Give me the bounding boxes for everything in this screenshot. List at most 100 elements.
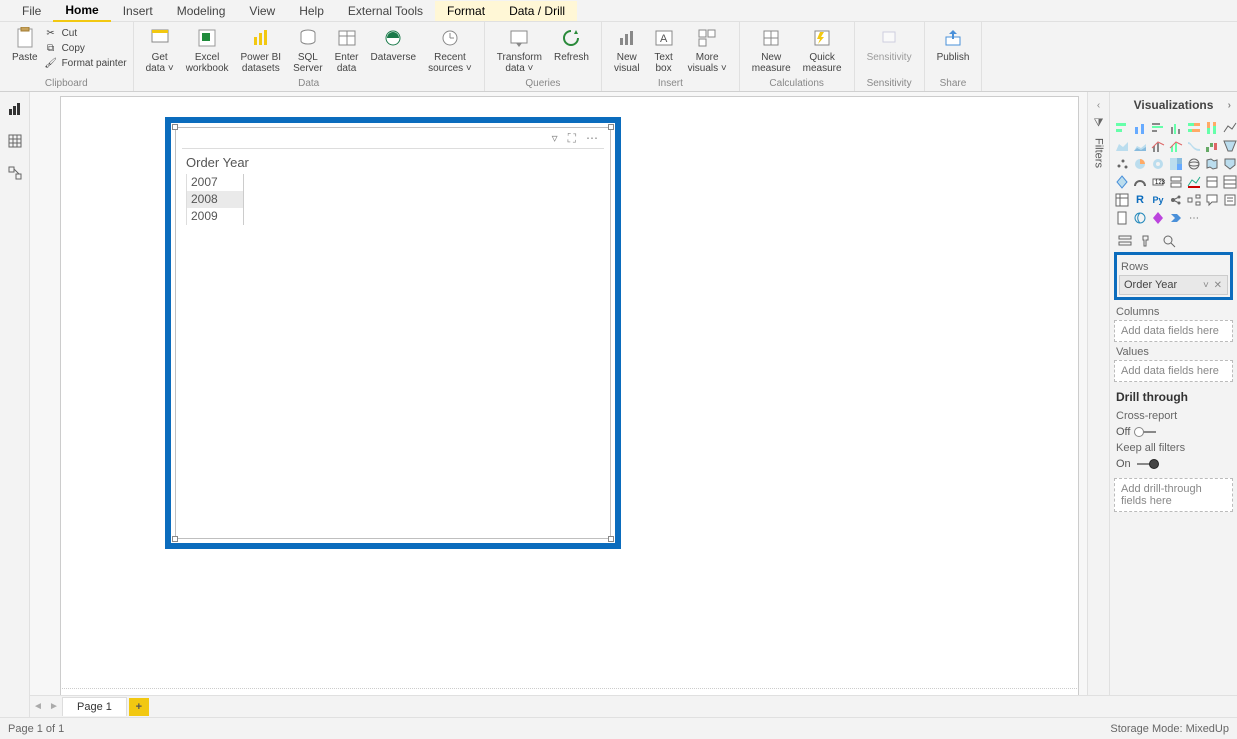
100-stacked-column-icon[interactable] — [1204, 120, 1220, 136]
expand-filters-icon[interactable]: ‹ — [1097, 100, 1100, 111]
more-visuals-button[interactable]: More visuals ˅ — [682, 24, 733, 76]
canvas[interactable]: ▿ ⛶ ⋯ Order Year 2007 2008 2009 — [60, 96, 1079, 717]
paste-button[interactable]: Paste — [6, 24, 44, 65]
tab-next-button[interactable]: ► — [46, 701, 62, 712]
power-automate-icon[interactable] — [1168, 210, 1184, 226]
stacked-column-icon[interactable] — [1132, 120, 1148, 136]
arcgis-map-icon[interactable] — [1132, 210, 1148, 226]
qa-visual-icon[interactable] — [1204, 192, 1220, 208]
filled-map-icon[interactable] — [1204, 156, 1220, 172]
quick-measure-button[interactable]: Quick measure — [797, 24, 848, 76]
new-visual-button[interactable]: New visual — [608, 24, 646, 76]
sql-server-button[interactable]: SQL Server — [287, 24, 328, 76]
smart-narrative-icon[interactable] — [1222, 192, 1237, 208]
get-more-visuals-icon[interactable]: ⋯ — [1186, 210, 1202, 226]
transform-data-button[interactable]: Transform data ˅ — [491, 24, 548, 76]
keep-filters-toggle[interactable]: Keep all filters On — [1114, 440, 1233, 472]
format-mode-icon[interactable] — [1140, 234, 1154, 248]
menu-insert[interactable]: Insert — [111, 1, 165, 21]
visual-selection[interactable]: ▿ ⛶ ⋯ Order Year 2007 2008 2009 — [165, 117, 621, 549]
recent-sources-button[interactable]: Recent sources ˅ — [422, 24, 478, 76]
toggle-off-icon[interactable] — [1136, 431, 1156, 433]
multi-row-card-icon[interactable] — [1168, 174, 1184, 190]
pie-icon[interactable] — [1132, 156, 1148, 172]
shape-map-icon[interactable] — [1222, 156, 1237, 172]
data-view-button[interactable] — [6, 132, 24, 150]
page-tab[interactable]: Page 1 — [62, 697, 127, 716]
waterfall-icon[interactable] — [1204, 138, 1220, 154]
drill-through-well[interactable]: Add drill-through fields here — [1114, 478, 1233, 512]
excel-workbook-button[interactable]: Excel workbook — [180, 24, 235, 76]
tab-prev-button[interactable]: ◄ — [30, 701, 46, 712]
columns-well[interactable]: Add data fields here — [1114, 320, 1233, 342]
rows-field-pill[interactable]: Order Year ˅ ✕ — [1119, 275, 1228, 295]
paginated-report-icon[interactable] — [1114, 210, 1130, 226]
get-data-button[interactable]: Get data ˅ — [140, 24, 180, 76]
clustered-bar-icon[interactable] — [1150, 120, 1166, 136]
cut-button[interactable]: ✂Cut — [44, 26, 127, 40]
model-view-button[interactable] — [6, 164, 24, 182]
azure-map-icon[interactable] — [1114, 174, 1130, 190]
visual-column-header[interactable]: Order Year — [176, 151, 610, 174]
menu-data-drill[interactable]: Data / Drill — [497, 1, 577, 21]
line-stacked-icon[interactable] — [1168, 138, 1184, 154]
toggle-on-icon[interactable] — [1137, 463, 1157, 465]
cross-report-toggle[interactable]: Cross-report Off — [1114, 408, 1233, 440]
scatter-icon[interactable] — [1114, 156, 1130, 172]
publish-button[interactable]: Publish — [931, 24, 976, 65]
treemap-icon[interactable] — [1168, 156, 1184, 172]
100-stacked-bar-icon[interactable] — [1186, 120, 1202, 136]
card-icon[interactable]: 123 — [1150, 174, 1166, 190]
matrix-icon[interactable] — [1114, 192, 1130, 208]
report-view-button[interactable] — [6, 100, 24, 118]
powerbi-datasets-button[interactable]: Power BI datasets — [235, 24, 288, 76]
power-apps-icon[interactable] — [1150, 210, 1166, 226]
copy-button[interactable]: ⧉Copy — [44, 41, 127, 55]
line-clustered-icon[interactable] — [1150, 138, 1166, 154]
menu-external-tools[interactable]: External Tools — [336, 1, 435, 21]
gauge-icon[interactable] — [1132, 174, 1148, 190]
line-chart-icon[interactable] — [1222, 120, 1237, 136]
add-page-button[interactable]: + — [129, 698, 149, 716]
values-well[interactable]: Add data fields here — [1114, 360, 1233, 382]
more-options-icon[interactable]: ⋯ — [586, 131, 598, 145]
table-row[interactable]: 2007 — [187, 174, 243, 191]
refresh-button[interactable]: Refresh — [548, 24, 595, 65]
table-row[interactable]: 2009 — [187, 208, 243, 225]
stacked-area-icon[interactable] — [1132, 138, 1148, 154]
menu-modeling[interactable]: Modeling — [165, 1, 238, 21]
map-icon[interactable] — [1186, 156, 1202, 172]
decomposition-tree-icon[interactable] — [1186, 192, 1202, 208]
donut-icon[interactable] — [1150, 156, 1166, 172]
new-measure-button[interactable]: New measure — [746, 24, 797, 76]
key-influencers-icon[interactable] — [1168, 192, 1184, 208]
format-painter-button[interactable]: 🖌Format painter — [44, 56, 127, 70]
resize-handle-ne[interactable] — [608, 124, 614, 130]
r-visual-icon[interactable]: R — [1132, 192, 1148, 208]
enter-data-button[interactable]: Enter data — [329, 24, 365, 76]
slicer-icon[interactable] — [1204, 174, 1220, 190]
resize-handle-nw[interactable] — [172, 124, 178, 130]
menu-format[interactable]: Format — [435, 1, 497, 21]
dataverse-button[interactable]: Dataverse — [365, 24, 423, 65]
stacked-bar-icon[interactable] — [1114, 120, 1130, 136]
field-remove-icon[interactable]: ✕ — [1214, 280, 1223, 291]
menu-home[interactable]: Home — [53, 0, 110, 22]
menu-view[interactable]: View — [237, 1, 287, 21]
python-visual-icon[interactable]: Py — [1150, 192, 1166, 208]
kpi-icon[interactable] — [1186, 174, 1202, 190]
clustered-column-icon[interactable] — [1168, 120, 1184, 136]
analytics-mode-icon[interactable] — [1162, 234, 1176, 248]
focus-mode-icon[interactable]: ⛶ — [568, 131, 576, 146]
filters-pane-collapsed[interactable]: ‹ ⧩ Filters — [1087, 92, 1109, 717]
resize-handle-se[interactable] — [608, 536, 614, 542]
funnel-icon[interactable] — [1222, 138, 1237, 154]
menu-file[interactable]: File — [10, 1, 53, 21]
table-row[interactable]: 2008 — [187, 191, 243, 208]
field-dropdown-icon[interactable]: ˅ — [1203, 280, 1210, 291]
table-icon[interactable] — [1222, 174, 1237, 190]
text-box-button[interactable]: AText box — [646, 24, 682, 76]
expand-viz-icon[interactable]: › — [1228, 100, 1231, 111]
ribbon-chart-icon[interactable] — [1186, 138, 1202, 154]
filter-icon[interactable]: ▿ — [552, 131, 558, 145]
